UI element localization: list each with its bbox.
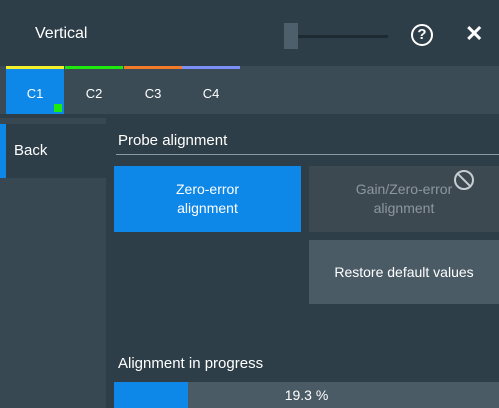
tab-c1[interactable]: C1	[6, 66, 64, 114]
channel-tabs: C1 C2 C3 C4	[0, 66, 499, 114]
button-label: Gain/Zero-error alignment	[355, 181, 453, 216]
button-label: Zero-error alignment	[175, 181, 239, 216]
section-divider	[116, 154, 499, 155]
button-label: Restore default values	[334, 263, 474, 280]
dialog-position-slider-track[interactable]	[298, 35, 388, 38]
zero-error-alignment-button[interactable]: Zero-error alignment	[114, 166, 301, 232]
window-title: Vertical	[35, 25, 88, 42]
disabled-icon	[454, 170, 474, 190]
progress-label: Alignment in progress	[118, 355, 264, 372]
active-channel-indicator	[54, 104, 62, 112]
section-title: Probe alignment	[118, 132, 228, 149]
restore-default-values-button[interactable]: Restore default values	[309, 240, 499, 304]
tab-label: C4	[202, 86, 220, 101]
close-icon[interactable]: ✕	[465, 21, 483, 47]
tab-c4[interactable]: C4	[182, 66, 240, 114]
progress-value: 19.3 %	[284, 387, 329, 403]
help-icon[interactable]: ?	[411, 24, 433, 46]
alignment-progress-bar: 19.3 %	[114, 382, 499, 408]
back-label: Back	[14, 142, 48, 159]
tab-c2[interactable]: C2	[65, 66, 123, 114]
tab-c3[interactable]: C3	[124, 66, 182, 114]
tab-label: C2	[85, 86, 103, 101]
dialog-position-slider-handle[interactable]	[284, 23, 298, 49]
back-button[interactable]: Back	[0, 124, 106, 178]
tab-label: C3	[144, 86, 162, 101]
tab-label: C1	[26, 86, 44, 101]
title-bar: Vertical ? ✕	[0, 0, 499, 66]
